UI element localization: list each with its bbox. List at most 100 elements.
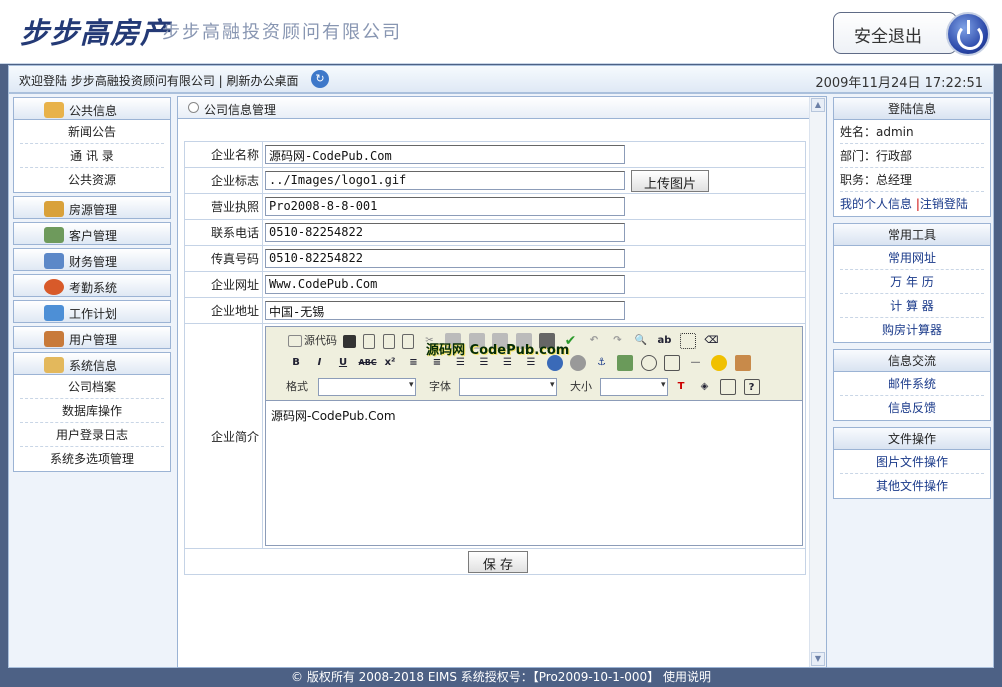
scroll-up-icon[interactable]: ▲ xyxy=(811,98,825,112)
submenu-resources[interactable]: 公共资源 xyxy=(20,168,164,192)
field-label: 企业网址 xyxy=(184,271,263,298)
replace-icon[interactable]: ab xyxy=(657,333,673,349)
address-input[interactable]: 中国-无锡 xyxy=(265,301,625,320)
logout-button[interactable]: 安全退出 xyxy=(833,12,957,54)
tools-box: 常用工具 常用网址 万 年 历 计 算 器 购房计算器 xyxy=(833,223,991,343)
anchor-icon[interactable]: ⚓ xyxy=(594,355,610,371)
tools-title: 常用工具 xyxy=(834,224,990,246)
menu-customer[interactable]: 客户管理 xyxy=(13,222,171,245)
hr-icon[interactable]: — xyxy=(688,355,704,371)
exchange-title: 信息交流 xyxy=(834,350,990,372)
help-icon[interactable]: ? xyxy=(743,379,760,395)
bg-color-icon[interactable]: ◈ xyxy=(697,379,713,395)
left-sidebar: 公共信息 新闻公告 通 讯 录 公共资源 房源管理 客户管理 财务管理 考勤系统… xyxy=(13,97,171,475)
license-input[interactable]: Pro2008-8-8-001 xyxy=(265,197,625,216)
fax-input[interactable]: 0510-82254822 xyxy=(265,249,625,268)
submenu-login-log[interactable]: 用户登录日志 xyxy=(20,423,164,447)
tool-websites[interactable]: 常用网址 xyxy=(840,246,984,270)
new-page-icon[interactable] xyxy=(363,333,375,349)
strike-icon[interactable]: ABC xyxy=(359,355,377,371)
image-icon[interactable] xyxy=(617,355,633,371)
justify-icon[interactable]: ☰ xyxy=(523,355,539,371)
template-icon[interactable] xyxy=(402,333,414,349)
submenu-database[interactable]: 数据库操作 xyxy=(20,399,164,423)
save-icon[interactable] xyxy=(342,334,356,348)
form-row: 企业网址 Www.CodePub.Com xyxy=(184,271,806,298)
flash-icon[interactable] xyxy=(640,355,657,371)
top-header: 步步高房产 步步高融投资顾问有限公司 安全退出 xyxy=(0,0,1002,64)
phone-input[interactable]: 0510-82254822 xyxy=(265,223,625,242)
form-row: 企业简介 源代码 ✂ ✔ ↶ ↷ 🔍 ab ⌫ 源码网 CodePub.com … xyxy=(184,323,806,549)
image-files-link[interactable]: 图片文件操作 xyxy=(840,450,984,474)
menu-attendance[interactable]: 考勤系统 xyxy=(13,274,171,297)
company-logo-input[interactable]: ../Images/logo1.gif xyxy=(265,171,625,190)
undo-icon[interactable]: ↶ xyxy=(586,333,602,349)
user-links: 我的个人信息 |注销登陆 xyxy=(840,197,968,211)
form-row: 企业地址 中国-无锡 xyxy=(184,297,806,324)
align-center-icon[interactable]: ☰ xyxy=(476,355,492,371)
menu-system-info[interactable]: 系统信息 xyxy=(13,352,171,375)
field-label: 企业简介 xyxy=(184,323,263,549)
size-select[interactable] xyxy=(599,378,668,396)
user-department: 部门：行政部 xyxy=(840,144,984,168)
special-char-icon[interactable] xyxy=(734,355,751,371)
bold-icon[interactable]: B xyxy=(288,355,304,371)
smiley-icon[interactable] xyxy=(711,355,727,371)
submenu-news[interactable]: 新闻公告 xyxy=(20,120,164,144)
bullet-list-icon[interactable]: ≡ xyxy=(429,355,445,371)
menu-housing[interactable]: 房源管理 xyxy=(13,196,171,219)
users-icon xyxy=(44,331,64,347)
customer-icon xyxy=(44,227,64,243)
submenu-company-archive[interactable]: 公司档案 xyxy=(20,375,164,399)
other-files-link[interactable]: 其他文件操作 xyxy=(840,474,984,498)
select-all-icon[interactable] xyxy=(680,333,696,349)
mail-system-link[interactable]: 邮件系统 xyxy=(840,372,984,396)
website-input[interactable]: Www.CodePub.Com xyxy=(265,275,625,294)
menu-users[interactable]: 用户管理 xyxy=(13,326,171,349)
tool-calculator[interactable]: 计 算 器 xyxy=(840,294,984,318)
company-name-input[interactable]: 源码网-CodePub.Com xyxy=(265,145,625,164)
tool-house-calculator[interactable]: 购房计算器 xyxy=(840,318,984,342)
superscript-icon[interactable]: x² xyxy=(382,355,398,371)
save-button[interactable]: 保 存 xyxy=(467,550,529,573)
italic-icon[interactable]: I xyxy=(312,355,328,371)
menu-finance[interactable]: 财务管理 xyxy=(13,248,171,271)
preview-icon[interactable] xyxy=(382,333,395,349)
box-icon xyxy=(44,201,64,217)
unlink-icon[interactable] xyxy=(570,355,586,371)
ordered-list-icon[interactable]: ≡ xyxy=(406,355,422,371)
file-box: 文件操作 图片文件操作 其他文件操作 xyxy=(833,427,991,499)
font-select[interactable] xyxy=(458,378,557,396)
refresh-icon[interactable]: ↻ xyxy=(311,70,329,88)
align-right-icon[interactable]: ☰ xyxy=(500,355,516,371)
maximize-icon[interactable] xyxy=(720,379,736,395)
link-icon[interactable] xyxy=(546,355,563,371)
format-select[interactable] xyxy=(317,378,416,396)
logout-link[interactable]: 注销登陆 xyxy=(920,197,968,211)
upload-image-button[interactable]: 上传图片 xyxy=(631,169,710,192)
feedback-link[interactable]: 信息反馈 xyxy=(840,396,984,420)
field-label: 企业地址 xyxy=(184,297,263,324)
text-color-icon[interactable]: T xyxy=(673,379,689,395)
form-row: 营业执照 Pro2008-8-8-001 xyxy=(184,193,806,220)
welcome-text[interactable]: 欢迎登陆 步步高融投资顾问有限公司 | 刷新办公桌面 xyxy=(19,72,299,89)
menu-public-info[interactable]: 公共信息 xyxy=(13,97,171,120)
find-icon[interactable]: 🔍 xyxy=(633,333,649,349)
menu-work-plan[interactable]: 工作计划 xyxy=(13,300,171,323)
my-info-link[interactable]: 我的个人信息 xyxy=(840,197,912,211)
source-button[interactable]: 源代码 xyxy=(304,334,337,347)
source-icon[interactable] xyxy=(288,335,302,347)
table-icon[interactable] xyxy=(664,355,680,371)
submenu-multi-options[interactable]: 系统多选项管理 xyxy=(20,447,164,471)
scroll-down-icon[interactable]: ▼ xyxy=(811,652,825,666)
tool-calendar[interactable]: 万 年 历 xyxy=(840,270,984,294)
plan-icon xyxy=(44,305,64,321)
submenu-contacts[interactable]: 通 讯 录 xyxy=(20,144,164,168)
power-icon[interactable] xyxy=(946,12,990,56)
align-left-icon[interactable]: ☰ xyxy=(453,355,469,371)
editor-content[interactable]: 源码网-CodePub.Com xyxy=(266,401,802,545)
underline-icon[interactable]: U xyxy=(335,355,351,371)
redo-icon[interactable]: ↷ xyxy=(610,333,626,349)
eraser-icon[interactable]: ⌫ xyxy=(704,333,720,349)
scrollbar[interactable]: ▲ ▼ xyxy=(809,97,826,667)
